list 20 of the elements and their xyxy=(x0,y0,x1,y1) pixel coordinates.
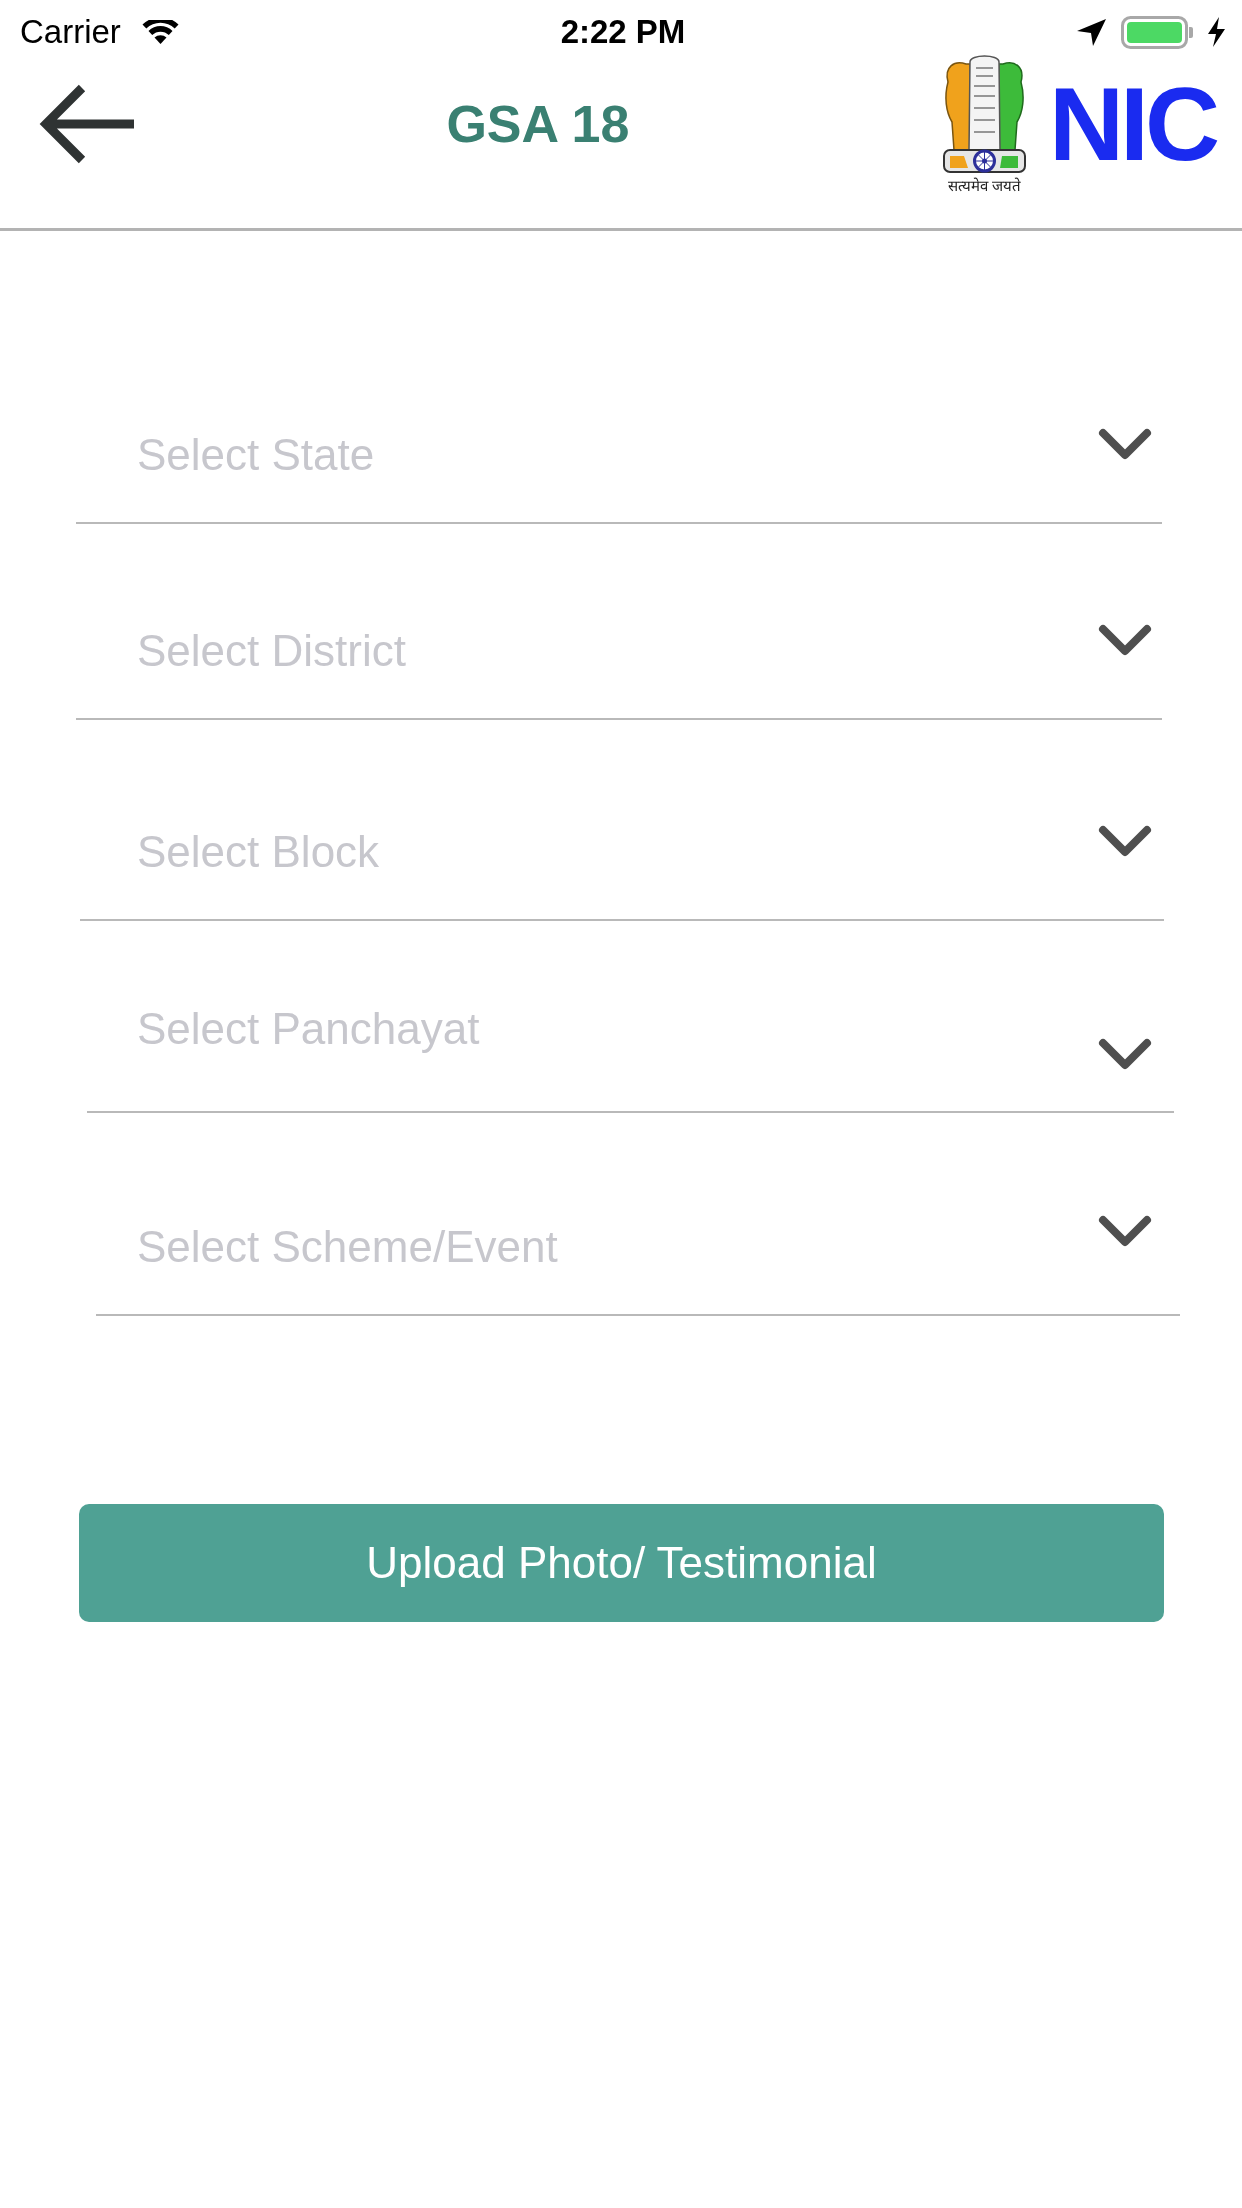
charging-bolt-icon xyxy=(1207,17,1226,47)
dropdown-field[interactable]: Select District xyxy=(76,608,1162,720)
dropdown-field[interactable]: Select Scheme/Event xyxy=(96,1204,1180,1316)
location-arrow-icon xyxy=(1076,17,1107,47)
chevron-down-icon xyxy=(1098,624,1152,657)
chevron-down-icon xyxy=(1098,1215,1152,1248)
logo-text: NIC xyxy=(1048,79,1218,169)
dropdown-field[interactable]: Select Block xyxy=(80,809,1164,921)
chevron-down-icon xyxy=(1098,825,1152,858)
motto-text: सत्यमेव जयते xyxy=(947,176,1022,196)
time-text: 2:22 PM xyxy=(560,14,686,50)
screen-title: GSA 18 xyxy=(446,95,630,153)
upload-button[interactable]: Upload Photo/ Testimonial xyxy=(79,1504,1164,1622)
chevron-down-icon xyxy=(1098,428,1152,461)
battery-icon xyxy=(1121,15,1193,49)
dropdown-field[interactable]: Select State xyxy=(76,412,1162,524)
chevron-down-icon xyxy=(1098,1038,1152,1071)
wifi-icon xyxy=(140,19,180,45)
carrier-text: Carrier xyxy=(20,14,121,50)
dropdown-field[interactable]: Select Panchayat xyxy=(87,1001,1174,1113)
